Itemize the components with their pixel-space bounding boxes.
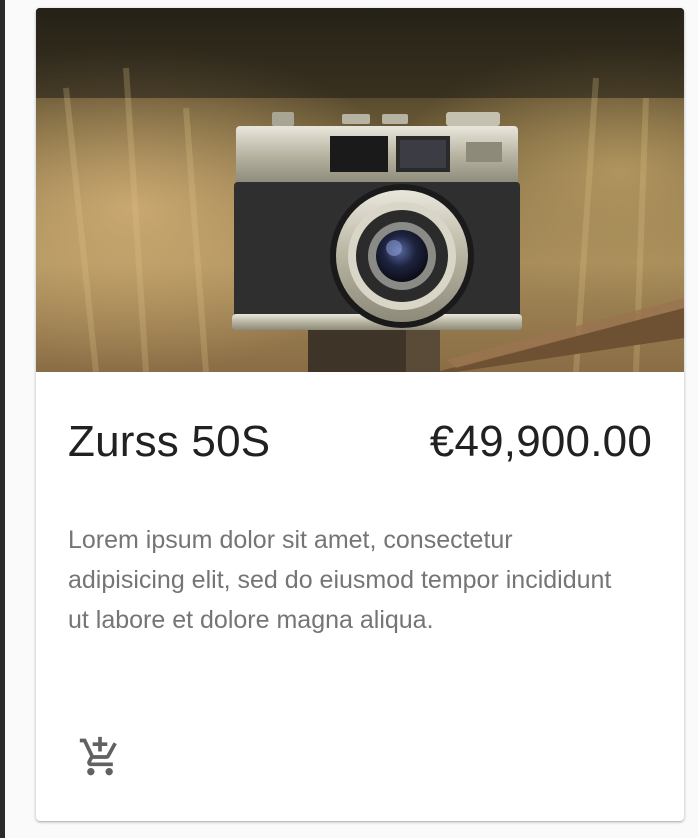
product-card: Zurss 50S €49,900.00 Lorem ipsum dolor s… (36, 8, 684, 821)
window-edge (0, 0, 5, 838)
product-price: €49,900.00 (429, 417, 652, 466)
product-image (36, 8, 684, 372)
card-header: Zurss 50S €49,900.00 (68, 412, 652, 472)
product-description: Lorem ipsum dolor sit amet, consectetur … (68, 526, 612, 634)
product-title: Zurss 50S (68, 417, 271, 466)
add-shopping-cart-icon (78, 735, 122, 782)
add-to-cart-button[interactable] (72, 730, 128, 786)
